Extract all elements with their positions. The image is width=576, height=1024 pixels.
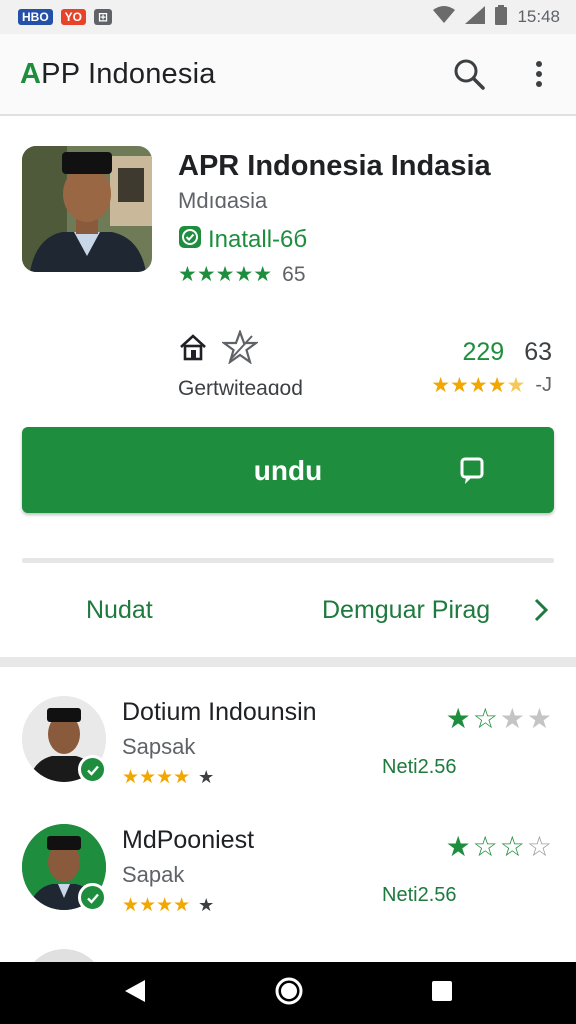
half-star-icon: ★ bbox=[506, 374, 526, 397]
user-rating-stars[interactable]: ★☆☆☆ bbox=[446, 830, 554, 863]
rating-stars: ★★★★ bbox=[122, 767, 191, 788]
meta-rating-suffix: -J bbox=[535, 374, 552, 396]
app-bar-title-text: PP Indonesia bbox=[41, 57, 216, 90]
developer-subtitle: Sapak bbox=[122, 862, 185, 887]
rating-suffix-star-icon: ★ bbox=[198, 767, 215, 787]
rating-stars-filled: ★☆ bbox=[445, 703, 500, 734]
signal-icon bbox=[465, 5, 486, 29]
tab-demguar-pirag[interactable]: Demguar Pirag bbox=[322, 596, 490, 625]
meta-label: Gertwiteaɑod bbox=[178, 377, 303, 400]
developer-rating: ★★★★ ★ bbox=[122, 894, 214, 917]
developer-subtitle: Sapsak bbox=[122, 734, 196, 759]
app-title: APR Indonesia Indasia bbox=[178, 150, 491, 182]
battery-icon bbox=[495, 4, 508, 30]
download-button[interactable]: undu bbox=[22, 427, 554, 513]
developer-rating: ★★★★ ★ bbox=[122, 766, 214, 789]
app-bar: APP Indonesia bbox=[0, 34, 576, 116]
install-label: Inatall-6б bbox=[208, 225, 308, 253]
recents-icon[interactable] bbox=[431, 980, 453, 1007]
verified-check-icon bbox=[178, 225, 202, 254]
rating-stars: ★★★★ bbox=[122, 895, 191, 916]
user-rating-stars[interactable]: ★☆★★ bbox=[446, 702, 554, 735]
stat-primary: 229 bbox=[462, 338, 505, 366]
back-icon[interactable] bbox=[123, 978, 147, 1009]
home-icon[interactable] bbox=[274, 976, 304, 1011]
wifi-icon bbox=[433, 5, 456, 29]
verified-check-icon bbox=[78, 755, 107, 784]
chat-bubble-icon bbox=[460, 457, 484, 490]
home-share-icon[interactable] bbox=[178, 333, 208, 366]
more-vert-icon[interactable] bbox=[522, 57, 556, 91]
install-status: Inatall-6б bbox=[178, 225, 307, 254]
status-time: 15:48 bbox=[517, 7, 560, 26]
search-icon[interactable] bbox=[452, 57, 486, 91]
rating-stars-filled: ★☆☆ bbox=[445, 831, 527, 862]
notification-badge-gallery: ⊞ bbox=[94, 9, 113, 25]
list-item[interactable]: MdPooniest Sapak ★★★★ ★ ★☆☆☆ Neti2.56 bbox=[0, 824, 576, 944]
avatar-partial bbox=[22, 948, 106, 962]
developer-name: Dotium Indounsin bbox=[122, 698, 317, 726]
status-bar: HBO YO ⊞ 15:48 bbox=[0, 0, 576, 34]
tab-nudat[interactable]: Nudat bbox=[86, 596, 153, 625]
stat-secondary: 63 bbox=[524, 338, 552, 366]
rating-suffix-star-icon: ★ bbox=[198, 895, 215, 915]
chevron-right-icon[interactable] bbox=[534, 598, 549, 627]
verified-check-icon bbox=[78, 883, 107, 912]
rating-stars-empty: ☆ bbox=[526, 831, 554, 862]
app-bar-title-logo-letter: A bbox=[20, 57, 42, 90]
wishlist-star-icon[interactable] bbox=[220, 328, 260, 369]
meta-stats: 229 63 ★★★★★ -J bbox=[431, 338, 552, 398]
section-separator bbox=[0, 657, 576, 667]
notification-badge-hbo: HBO bbox=[18, 9, 53, 25]
rating-count: 65 bbox=[282, 262, 306, 286]
meta-rating-stars: ★★★★ bbox=[431, 374, 507, 397]
developer-price: Neti2.56 bbox=[382, 756, 457, 778]
notification-badge-yo: YO bbox=[60, 9, 87, 25]
rating-stars-empty: ★★ bbox=[499, 703, 554, 734]
rating-stars: ★★★★★ bbox=[178, 263, 273, 286]
developer-name: MdPooniest bbox=[122, 826, 255, 854]
app-developer: Mdıɑasia bbox=[178, 188, 268, 213]
app-rating: ★★★★★ 65 bbox=[178, 262, 306, 287]
list-item[interactable]: Dotium Indounsin Sapsak ★★★★ ★ ★☆★★ Neti… bbox=[0, 696, 576, 816]
app-icon-photo bbox=[22, 146, 152, 272]
developer-price: Neti2.56 bbox=[382, 884, 457, 906]
divider bbox=[22, 558, 554, 563]
meta-actions: Gertwiteaɑod bbox=[178, 328, 303, 401]
app-bar-title: APP Indonesia bbox=[20, 58, 216, 91]
system-nav-bar bbox=[0, 962, 576, 1024]
